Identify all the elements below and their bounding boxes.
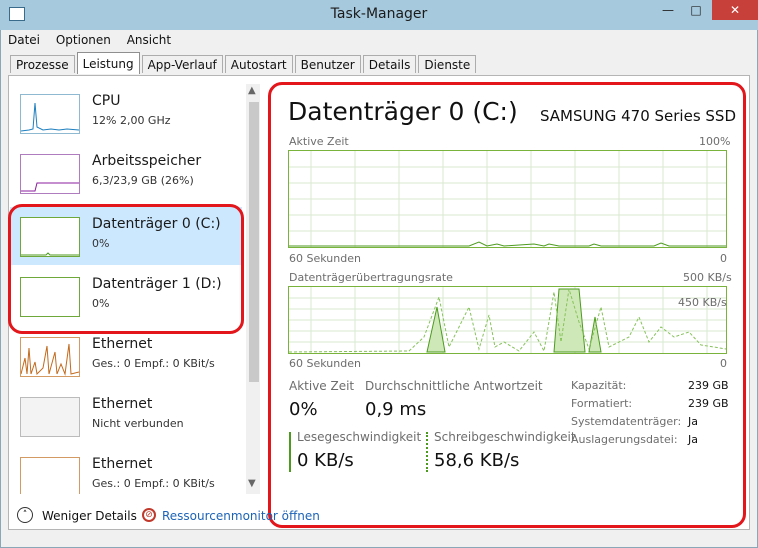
fewer-details-link[interactable]: Weniger Details — [42, 509, 137, 523]
write-speed-value: 58,6 KB/s — [434, 450, 520, 471]
cpu-label: CPU — [92, 93, 121, 109]
tab-app-verlauf[interactable]: App-Verlauf — [141, 55, 223, 73]
tab-prozesse[interactable]: Prozesse — [10, 55, 75, 73]
menu-optionen[interactable]: Optionen — [56, 33, 111, 47]
menu-ansicht[interactable]: Ansicht — [127, 33, 171, 47]
tab-dienste[interactable]: Dienste — [418, 55, 477, 73]
scroll-up-icon[interactable]: ▲ — [248, 85, 256, 96]
title-bar[interactable]: Task-Manager — □ ✕ — [0, 0, 758, 30]
system-disk-label: Systemdatenträger: — [571, 415, 682, 428]
active-time-chart — [288, 150, 727, 248]
resource-item-ethernet-1[interactable]: Ethernet Ges.: 0 Empf.: 0 KBit/s — [10, 327, 242, 385]
tab-autostart[interactable]: Autostart — [224, 55, 293, 73]
formatted-label: Formatiert: — [571, 397, 633, 410]
chart2-max: 500 KB/s — [683, 271, 732, 284]
pagefile-label: Auslagerungsdatei: — [571, 433, 678, 446]
chart1-time: 60 Sekunden — [289, 252, 361, 265]
disk-title: Datenträger 0 (C:) — [288, 97, 518, 126]
memory-label: Arbeitsspeicher — [92, 153, 202, 169]
chart1-max: 100% — [699, 135, 731, 148]
write-speed-indicator — [426, 432, 428, 472]
active-time-stat-value: 0% — [289, 399, 318, 420]
response-time-value: 0,9 ms — [365, 399, 427, 420]
read-speed-label: Lesegeschwindigkeit — [297, 430, 422, 444]
ethernet2-thumbnail — [20, 397, 80, 437]
ethernet2-label: Ethernet — [92, 396, 153, 412]
ethernet1-sub: Ges.: 0 Empf.: 0 KBit/s — [92, 357, 215, 370]
capacity-value: 239 GB — [688, 379, 729, 392]
disk-model: SAMSUNG 470 Series SSD — [540, 107, 737, 125]
chart2-label: Datenträgerübertragungsrate — [289, 271, 453, 284]
ethernet1-label: Ethernet — [92, 336, 153, 352]
read-speed-indicator — [289, 432, 291, 472]
chevron-up-icon[interactable]: ˄ — [17, 507, 33, 523]
resource-item-ethernet-2[interactable]: Ethernet Nicht verbunden — [10, 387, 242, 445]
chart1-min: 0 — [720, 252, 727, 265]
ethernet3-thumbnail — [20, 457, 80, 494]
window-title: Task-Manager — [330, 6, 428, 22]
menu-datei[interactable]: Datei — [8, 33, 40, 47]
system-disk-value: Ja — [688, 415, 698, 428]
resource-monitor-link[interactable]: Ressourcenmonitor öffnen — [162, 509, 320, 523]
write-speed-label: Schreibgeschwindigkeit — [434, 430, 576, 444]
memory-sub: 6,3/23,9 GB (26%) — [92, 174, 194, 187]
chart2-min: 0 — [720, 357, 727, 370]
scrollbar-thumb[interactable] — [249, 102, 259, 382]
tab-benutzer[interactable]: Benutzer — [294, 55, 361, 73]
transfer-rate-chart — [288, 286, 727, 354]
ethernet1-thumbnail — [20, 337, 80, 377]
formatted-value: 239 GB — [688, 397, 729, 410]
ethernet2-sub: Nicht verbunden — [92, 417, 184, 430]
tab-bar: Prozesse Leistung App-Verlauf Autostart … — [10, 52, 478, 75]
cpu-sub: 12% 2,00 GHz — [92, 114, 171, 127]
ethernet3-sub: Ges.: 0 Empf.: 0 KBit/s — [92, 477, 215, 490]
resource-item-memory[interactable]: Arbeitsspeicher 6,3/23,9 GB (26%) — [10, 144, 242, 202]
pagefile-value: Ja — [688, 433, 698, 446]
response-time-label: Durchschnittliche Antwortzeit — [365, 379, 543, 393]
tab-details[interactable]: Details — [362, 55, 417, 73]
memory-thumbnail — [20, 154, 80, 194]
cpu-thumbnail — [20, 94, 80, 134]
read-speed-value: 0 KB/s — [297, 450, 354, 471]
menu-bar: Datei Optionen Ansicht — [8, 33, 183, 51]
maximize-button[interactable]: □ — [682, 0, 710, 20]
tab-leistung[interactable]: Leistung — [76, 52, 140, 74]
ethernet3-label: Ethernet — [92, 456, 153, 472]
scroll-down-icon[interactable]: ▼ — [248, 478, 256, 489]
highlight-disk-items — [8, 204, 244, 334]
active-time-stat-label: Aktive Zeit — [289, 379, 355, 393]
chart2-time: 60 Sekunden — [289, 357, 361, 370]
resource-item-ethernet-3[interactable]: Ethernet Ges.: 0 Empf.: 0 KBit/s — [10, 447, 242, 494]
chart2-mid: 450 KB/s — [678, 296, 727, 309]
resource-monitor-icon[interactable]: ⊘ — [142, 508, 156, 522]
capacity-label: Kapazität: — [571, 379, 627, 392]
resource-item-cpu[interactable]: CPU 12% 2,00 GHz — [10, 84, 242, 142]
chart1-label: Aktive Zeit — [289, 135, 349, 148]
minimize-button[interactable]: — — [654, 0, 682, 20]
close-button[interactable]: ✕ — [712, 0, 758, 20]
